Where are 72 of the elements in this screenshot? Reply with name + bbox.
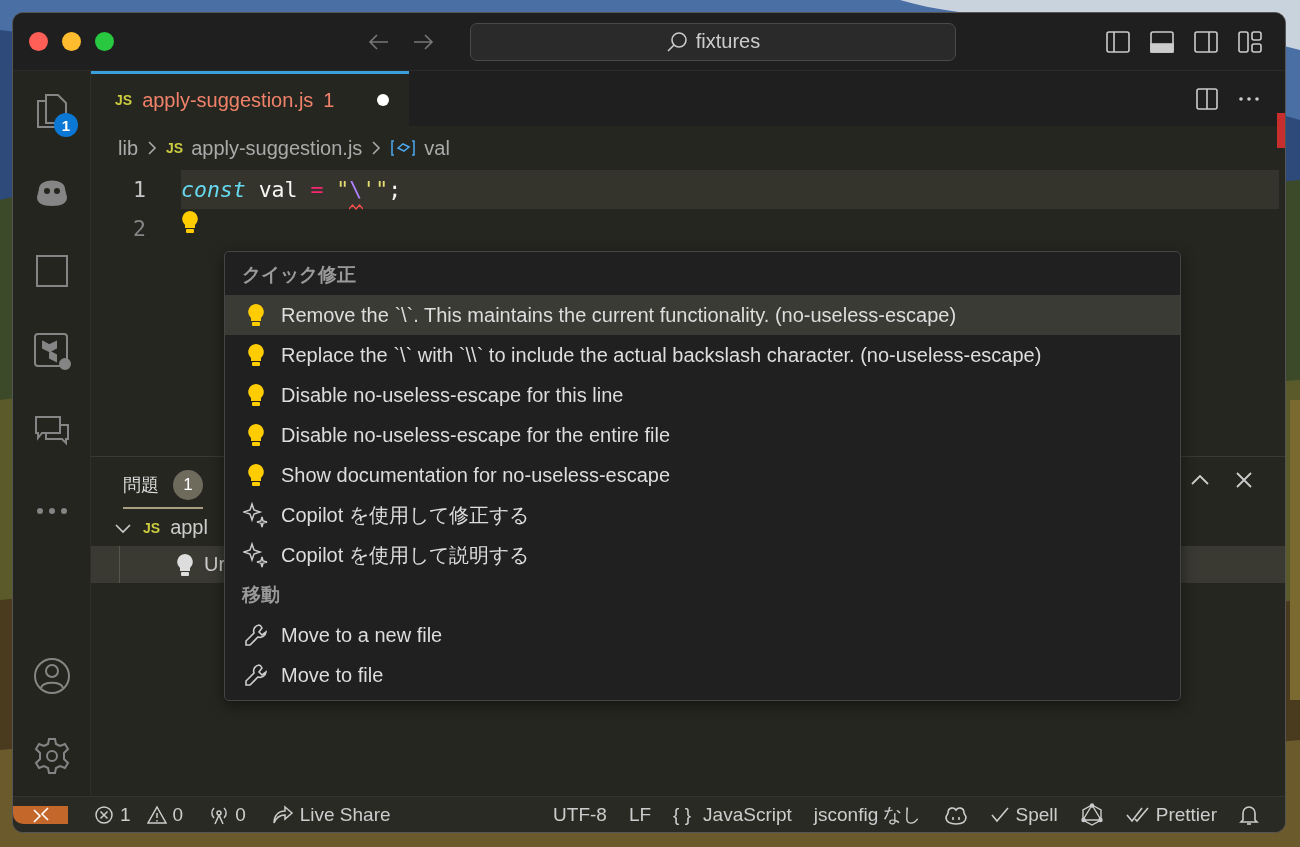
copilot-icon[interactable] [943, 804, 968, 825]
status-item[interactable]: UTF-8 [553, 803, 607, 826]
js-file-icon: JS [115, 92, 133, 108]
lightbulb-icon [247, 463, 265, 487]
error-marker [1277, 113, 1285, 148]
close-window-button[interactable] [29, 32, 48, 51]
wrench-icon [244, 623, 268, 647]
lightbulb-icon [181, 209, 199, 234]
zoom-window-button[interactable] [95, 32, 114, 51]
menu-item[interactable]: Move to a new file [225, 615, 1180, 655]
chevron-right-icon [146, 139, 158, 157]
share-arrow-icon [271, 804, 294, 825]
lightbulb-icon [176, 552, 194, 577]
warning-icon [146, 804, 167, 825]
chevron-right-icon [370, 139, 383, 157]
remote-button[interactable] [13, 805, 68, 824]
menu-section-header: クイック修正 [241, 263, 357, 287]
breadcrumb-item[interactable]: apply-suggestion.js [191, 136, 363, 160]
check-icon [989, 805, 1010, 824]
status-item[interactable]: LF [628, 803, 652, 826]
terraform-cloud-icon[interactable] [31, 331, 72, 371]
sparkle-icon [243, 542, 269, 568]
antenna-icon [209, 804, 230, 825]
menu-item[interactable]: Disable no-useless-escape for this line [225, 375, 1180, 415]
lightbulb-icon [247, 423, 265, 447]
notification-badge: 1 [54, 113, 78, 137]
spell-status[interactable]: Spell [989, 803, 1058, 826]
menu-item[interactable]: Move to file [225, 655, 1180, 695]
panel-tab[interactable]: 問題 1 [123, 457, 203, 509]
menu-item[interactable]: Remove the `\`. This maintains the current functionality. (no-useless-escape) [225, 295, 1180, 335]
code-line: const val = "\'"; [181, 177, 402, 202]
js-file-icon: JS [166, 140, 184, 156]
sparkle-icon [243, 502, 269, 528]
graph-icon[interactable] [1079, 802, 1104, 827]
secondary-sidebar-toggle-icon[interactable] [1193, 28, 1219, 55]
wrench-icon [244, 663, 268, 687]
line-number: 1 [132, 177, 147, 202]
prettier-status[interactable]: Prettier [1125, 803, 1217, 826]
ports-status[interactable]: 0 [209, 803, 246, 826]
problems-status[interactable]: 1 0 [94, 803, 184, 826]
lightbulb-icon [247, 303, 265, 327]
line-number: 2 [132, 216, 147, 241]
layout-icon[interactable] [1237, 28, 1263, 55]
language-mode[interactable]: { } JavaScript [673, 803, 792, 826]
primary-sidebar-toggle-icon[interactable] [1105, 28, 1131, 55]
js-file-icon: JS [143, 519, 161, 536]
search-icon [665, 30, 688, 53]
menu-item[interactable]: Show documentation for no-useless-escape [225, 455, 1180, 495]
double-check-icon [1125, 805, 1150, 824]
lightbulb-icon [247, 383, 265, 407]
menu-item[interactable]: Copilot を使用して修正する [225, 495, 1180, 535]
breadcrumb-item[interactable]: lib [118, 136, 138, 160]
count-badge: 1 [173, 470, 203, 500]
tree-item[interactable]: appl [170, 516, 208, 539]
editor-tab[interactable]: JS apply-suggestion.js 1 [91, 71, 409, 126]
minimize-window-button[interactable] [62, 32, 81, 51]
split-editor-icon[interactable] [1195, 86, 1219, 111]
lightbulb-icon [247, 343, 265, 367]
account-icon[interactable] [31, 656, 72, 696]
menu-section-header: 移動 [240, 583, 281, 607]
remote-icon [31, 805, 50, 824]
panel-toggle-icon[interactable] [1149, 28, 1175, 55]
menu-item[interactable]: Replace the `\` with `\\` to include the actual backslash character. (no-useless-escape) [225, 335, 1180, 375]
breadcrumb-item[interactable]: val [424, 136, 450, 160]
status-item[interactable]: jsconfig なし [813, 801, 922, 828]
error-icon [94, 804, 114, 825]
menu-item[interactable]: Disable no-useless-escape for the entire file [225, 415, 1180, 455]
search-field[interactable]: fixtures [470, 22, 956, 61]
live-share-button[interactable]: Live Share [271, 803, 391, 826]
bell-icon[interactable] [1239, 803, 1259, 826]
variable-icon [390, 138, 417, 158]
menu-item[interactable]: Copilot を使用して説明する [225, 535, 1180, 575]
